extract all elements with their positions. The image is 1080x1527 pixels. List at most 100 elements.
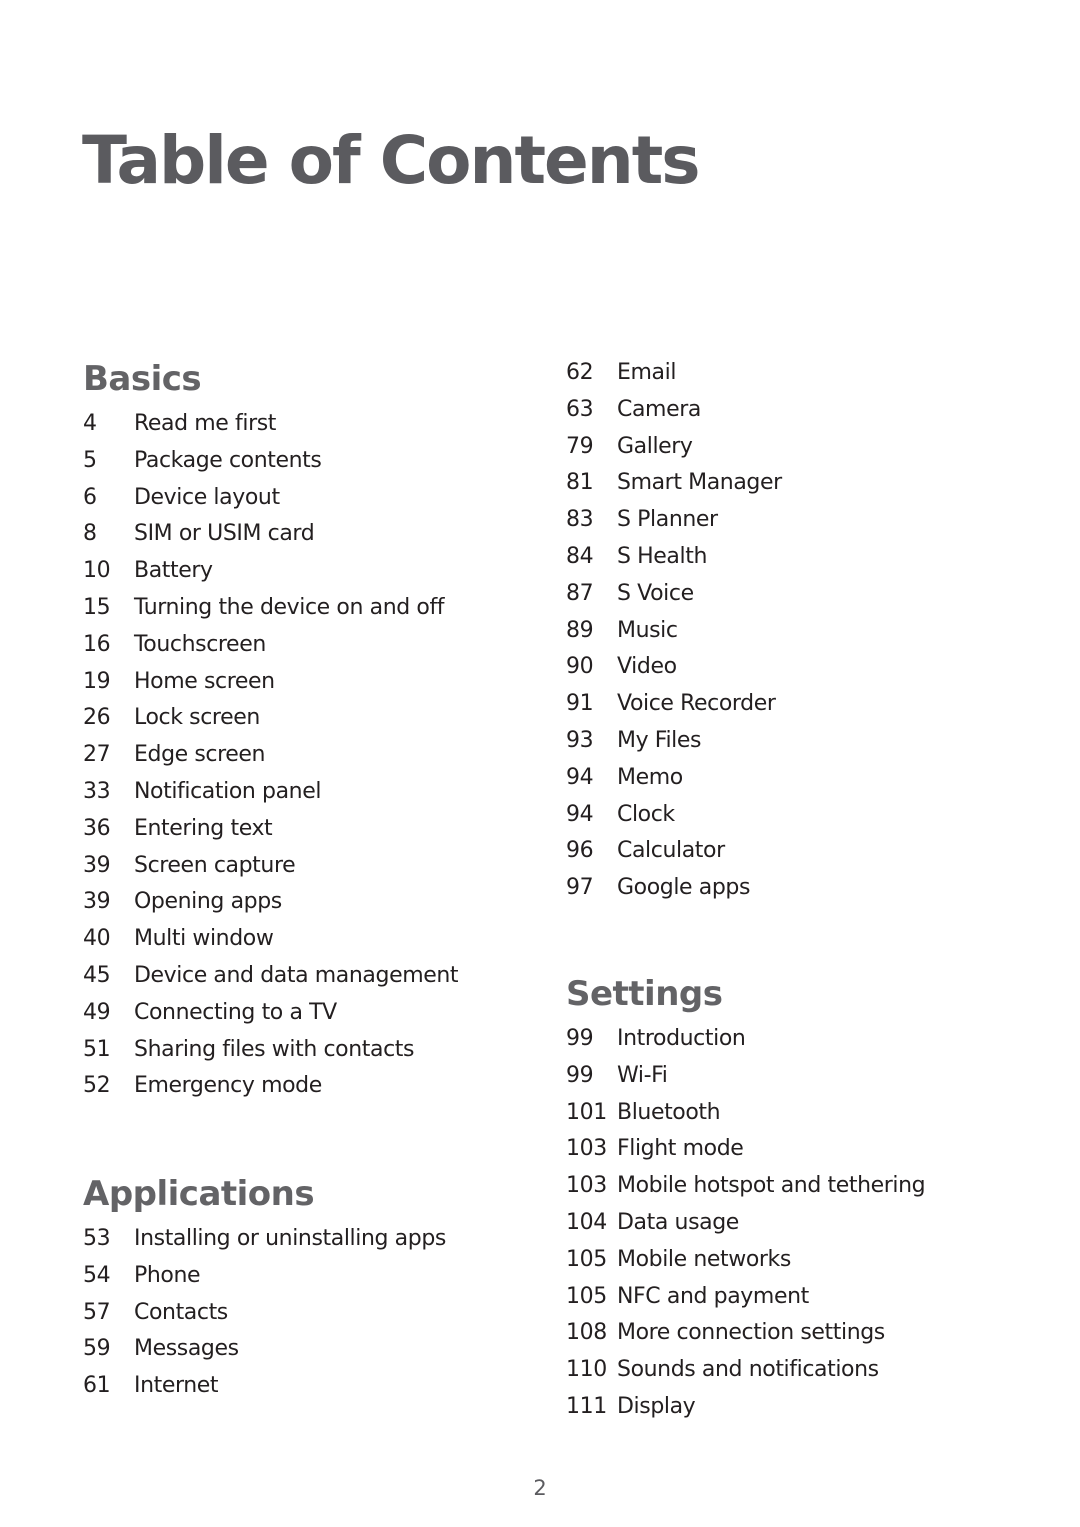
toc-entry-label: Flight mode <box>617 1136 744 1162</box>
toc-entry-label: Internet <box>134 1373 219 1399</box>
toc-entry[interactable]: 96 Calculator <box>566 833 782 870</box>
toc-entry[interactable]: 52 Emergency mode <box>83 1068 458 1105</box>
toc-entry[interactable]: 103 Flight mode <box>566 1131 925 1168</box>
toc-entry-page: 53 <box>83 1226 111 1251</box>
toc-entry[interactable]: 8 SIM or USIM card <box>83 516 458 553</box>
toc-entry[interactable]: 19 Home screen <box>83 664 458 701</box>
toc-entry-page: 52 <box>83 1073 111 1099</box>
toc-entry-label: Camera <box>617 396 701 422</box>
toc-entry[interactable]: 4 Read me first <box>83 406 458 443</box>
toc-entry-page: 108 <box>566 1320 607 1346</box>
toc-entry-page: 83 <box>566 507 594 533</box>
toc-entry-label: Mobile hotspot and tethering <box>617 1173 926 1199</box>
toc-entry-page: 5 <box>83 447 97 473</box>
toc-entry[interactable]: 26 Lock screen <box>83 700 458 737</box>
toc-entry[interactable]: 40 Multi window <box>83 921 458 958</box>
toc-entry[interactable]: 89 Music <box>566 613 782 650</box>
toc-entry[interactable]: 99 Introduction <box>566 1021 925 1058</box>
toc-entry-page: 91 <box>566 691 594 717</box>
toc-entry-page: 63 <box>566 396 594 422</box>
toc-entry-page: 10 <box>83 558 111 584</box>
toc-entry[interactable]: 103 Mobile hotspot and tethering <box>566 1168 926 1205</box>
toc-entry[interactable]: 111 Display <box>566 1389 925 1426</box>
toc-entry-page: 45 <box>83 962 111 988</box>
toc-entry[interactable]: 33 Notification panel <box>83 774 458 811</box>
toc-entry[interactable]: 105 Mobile networks <box>566 1242 925 1279</box>
toc-entry-page: 110 <box>566 1357 607 1383</box>
toc-entry[interactable]: 87 S Voice <box>566 576 782 613</box>
toc-entry-label: NFC and payment <box>617 1283 809 1309</box>
toc-entry[interactable]: 49 Connecting to a TV <box>83 995 458 1032</box>
toc-entry[interactable]: 84 S Health <box>566 539 782 576</box>
toc-entry[interactable]: 10 Battery <box>83 553 458 590</box>
toc-entry-page: 93 <box>566 727 594 753</box>
toc-entry-page: 40 <box>83 926 111 952</box>
toc-entry-label: Mobile networks <box>617 1246 791 1272</box>
toc-entry-label: Music <box>617 617 678 643</box>
toc-entry[interactable]: 79 Gallery <box>566 429 782 466</box>
toc-entry[interactable]: 108 More connection settings <box>566 1315 925 1352</box>
toc-entry-page: 8 <box>83 521 97 547</box>
toc-entry-page: 84 <box>566 543 594 569</box>
toc-entry[interactable]: 6 Device layout <box>83 480 458 517</box>
toc-entry[interactable]: 39 Screen capture <box>83 848 458 885</box>
toc-entry-page: 19 <box>83 668 111 694</box>
toc-entry[interactable]: 15 Turning the device on and off <box>83 590 458 627</box>
toc-entry-page: 97 <box>566 875 594 901</box>
toc-entry[interactable]: 99 Wi-Fi <box>566 1058 925 1095</box>
toc-entry[interactable]: 61 Internet <box>83 1368 446 1405</box>
toc-entry-page: 101 <box>566 1099 607 1125</box>
toc-entry-page: 26 <box>83 705 111 731</box>
toc-entry[interactable]: 90 Video <box>566 649 782 686</box>
toc-entry-label: S Planner <box>617 507 718 533</box>
toc-entry-label: Edge screen <box>134 742 266 768</box>
toc-entry[interactable]: 63 Camera <box>566 392 782 429</box>
toc-entry-label: Opening apps <box>134 889 282 915</box>
toc-entry-page: 99 <box>566 1026 594 1051</box>
toc-entry[interactable]: 97 Google apps <box>566 870 782 907</box>
section-heading-applications: Applications <box>83 1174 315 1214</box>
toc-entry[interactable]: 57 Contacts <box>83 1295 446 1332</box>
toc-entry[interactable]: 39 Opening apps <box>83 884 458 921</box>
toc-entry-label: Wi-Fi <box>617 1062 668 1088</box>
section-heading-basics: Basics <box>83 359 202 399</box>
toc-entry[interactable]: 51 Sharing files with contacts <box>83 1032 458 1069</box>
toc-entry[interactable]: 59 Messages <box>83 1331 446 1368</box>
toc-entry[interactable]: 16 Touchscreen <box>83 627 458 664</box>
toc-entry-page: 51 <box>83 1036 111 1062</box>
toc-entry[interactable]: 62 Email <box>566 355 782 392</box>
toc-entry-label: Display <box>617 1393 696 1419</box>
toc-entry-label: Voice Recorder <box>617 691 776 717</box>
toc-entry-page: 104 <box>566 1209 607 1235</box>
toc-entry[interactable]: 27 Edge screen <box>83 737 458 774</box>
toc-entry[interactable]: 110 Sounds and notifications <box>566 1352 925 1389</box>
page-number: 2 <box>533 1476 547 1500</box>
toc-entry[interactable]: 81 Smart Manager <box>566 465 782 502</box>
toc-entry-page: 61 <box>83 1373 111 1399</box>
toc-entry[interactable]: 91 Voice Recorder <box>566 686 782 723</box>
toc-entry[interactable]: 45 Device and data management <box>83 958 459 995</box>
toc-entry-label: Multi window <box>134 926 274 952</box>
toc-entry[interactable]: 5 Package contents <box>83 443 458 480</box>
toc-entry-label: Installing or uninstalling apps <box>134 1226 446 1251</box>
toc-entry[interactable]: 94 Memo <box>566 760 782 797</box>
toc-entry-label: Turning the device on and off <box>134 594 445 620</box>
toc-entry[interactable]: 36 Entering text <box>83 811 458 848</box>
toc-entry[interactable]: 53 Installing or uninstalling apps <box>83 1221 446 1258</box>
toc-entry[interactable]: 54 Phone <box>83 1258 446 1295</box>
toc-entry[interactable]: 94 Clock <box>566 797 782 834</box>
toc-entry-label: Google apps <box>617 875 751 901</box>
toc-entry-label: Battery <box>134 558 213 584</box>
toc-entry[interactable]: 105 NFC and payment <box>566 1279 925 1316</box>
toc-entry[interactable]: 101 Bluetooth <box>566 1095 925 1132</box>
toc-entry-label: Introduction <box>617 1026 746 1051</box>
toc-entry-label: Home screen <box>134 668 275 694</box>
toc-entry-label: Device layout <box>134 484 280 510</box>
toc-entry-page: 54 <box>83 1262 111 1288</box>
toc-entry[interactable]: 104 Data usage <box>566 1205 925 1242</box>
toc-entry-page: 103 <box>566 1136 607 1162</box>
toc-entry[interactable]: 93 My Files <box>566 723 782 760</box>
toc-entry[interactable]: 83 S Planner <box>566 502 782 539</box>
toc-entry-page: 59 <box>83 1336 111 1362</box>
toc-entry-page: 57 <box>83 1299 111 1325</box>
